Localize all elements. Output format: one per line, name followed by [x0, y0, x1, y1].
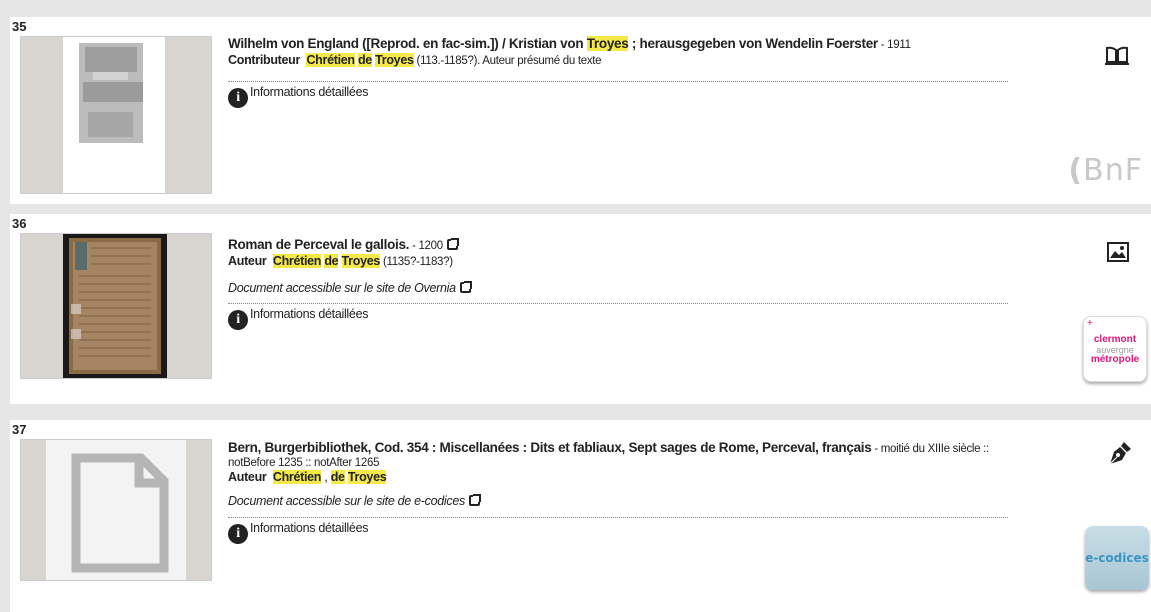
clermont-auvergne-logo[interactable]: + clermont auvergne métropole — [1083, 316, 1147, 382]
scanned-page-image — [79, 43, 143, 143]
result-number: 35 — [12, 19, 27, 34]
external-access-link[interactable]: Document accessible sur le site de Overn… — [228, 281, 1008, 295]
author-link[interactable]: Chrétien — [306, 53, 355, 67]
external-link-icon — [446, 238, 459, 250]
author-link[interactable]: Chrétien — [272, 470, 321, 484]
result-thumbnail[interactable] — [20, 439, 212, 581]
details-link[interactable]: i Informations détaillées — [228, 306, 1008, 330]
image-icon — [1107, 242, 1129, 262]
e-codices-logo[interactable]: e-codices — [1085, 526, 1149, 590]
info-icon: i — [228, 88, 248, 108]
author-line: Auteur Chrétien de Troyes (1135?-1183?) — [228, 254, 453, 268]
result-thumbnail[interactable] — [20, 233, 212, 379]
result-item: 37 Bern, Burgerbibliothek, Cod. 354 : Mi… — [10, 420, 1151, 612]
document-placeholder-icon — [71, 453, 169, 573]
external-link-icon — [459, 281, 472, 293]
book-icon — [1105, 46, 1129, 65]
bnf-logo[interactable]: (BnF — [1068, 153, 1143, 188]
result-title[interactable]: Roman de Perceval le gallois. - 1200 — [228, 237, 1008, 254]
author-line: Auteur Chrétien , de Troyes — [228, 470, 387, 484]
manuscript-image — [69, 238, 161, 374]
result-item: 36 Roman de Perceval le gallois. - 1200 … — [10, 214, 1151, 404]
external-link-icon — [468, 494, 481, 506]
contributor-line: Contributeur Chrétien de Troyes (113.-11… — [228, 53, 602, 67]
info-icon: i — [228, 524, 248, 544]
result-thumbnail[interactable] — [20, 36, 212, 194]
result-number: 37 — [12, 422, 27, 437]
details-link[interactable]: i Informations détaillées — [228, 520, 1008, 544]
details-link[interactable]: i Informations détaillées — [228, 84, 1008, 108]
info-icon: i — [228, 310, 248, 330]
result-title[interactable]: Wilhelm von England ([Reprod. en fac-sim… — [228, 36, 1008, 53]
date-line: notBefore 1235 :: notAfter 1265 — [228, 457, 380, 469]
pen-icon — [1109, 442, 1131, 465]
external-access-link[interactable]: Document accessible sur le site de e-cod… — [228, 494, 1008, 508]
author-link[interactable]: Chrétien — [272, 254, 321, 268]
result-number: 36 — [12, 216, 27, 231]
result-title[interactable]: Bern, Burgerbibliothek, Cod. 354 : Misce… — [228, 440, 1008, 457]
result-item: 35 Wilhelm von England ([Reprod. en fac-… — [10, 17, 1151, 204]
